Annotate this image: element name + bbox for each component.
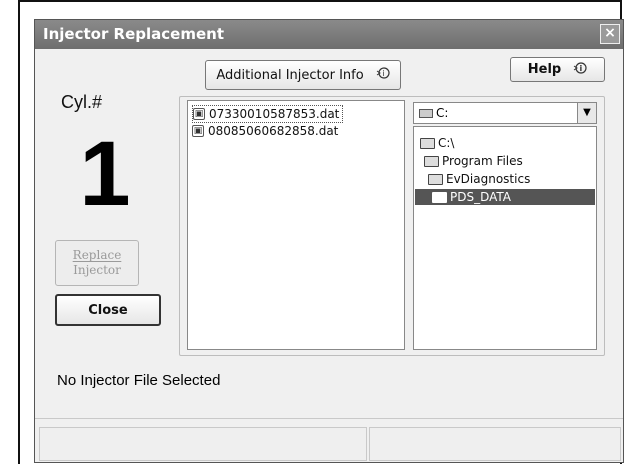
replace-injector-label-line2: Injector	[73, 263, 121, 277]
help-button[interactable]: Help i	[510, 57, 605, 82]
status-bar	[35, 418, 623, 462]
close-button[interactable]: Close	[55, 294, 161, 326]
window-close-button[interactable]: ×	[600, 24, 620, 44]
close-button-label: Close	[88, 302, 128, 318]
cylinder-label: Cyl.#	[61, 92, 103, 112]
data-file-icon: ▣	[192, 125, 204, 137]
folder-open-icon	[432, 191, 447, 203]
tree-item-label: PDS_DATA	[450, 190, 512, 204]
folder-open-icon	[420, 137, 435, 149]
file-name: 07330010587853.dat	[209, 107, 340, 121]
directory-tree[interactable]: C:\ Program Files EvDiagnostics PDS_DATA	[413, 126, 597, 350]
additional-injector-info-label: Additional Injector Info	[216, 67, 364, 83]
file-list-item[interactable]: ▣ 07330010587853.dat	[192, 105, 344, 123]
chevron-down-icon[interactable]: ▼	[577, 103, 596, 123]
window-title: Injector Replacement	[43, 25, 225, 43]
drive-value: C:	[436, 106, 449, 120]
file-list-item[interactable]: ▣ 08085060682858.dat	[192, 123, 338, 139]
svg-text:i: i	[580, 64, 583, 73]
drive-icon	[419, 108, 433, 118]
replace-injector-label-line1: Replace	[72, 248, 122, 262]
info-pointer-icon: i	[376, 66, 390, 84]
tree-item-label: C:\	[438, 136, 455, 150]
title-bar: Injector Replacement ×	[35, 20, 623, 49]
help-pointer-icon: i	[573, 61, 587, 79]
status-message: No Injector File Selected	[57, 372, 221, 389]
tree-item-evdiagnostics[interactable]: EvDiagnostics	[428, 171, 530, 187]
drive-select[interactable]: C: ▼	[413, 102, 597, 124]
help-label: Help	[527, 62, 562, 77]
injector-file-list[interactable]: ▣ 07330010587853.dat ▣ 08085060682858.da…	[187, 100, 405, 350]
tree-item-pds-data[interactable]: PDS_DATA	[415, 189, 595, 205]
status-pane-left	[39, 427, 367, 461]
status-pane-right	[369, 427, 621, 461]
folder-open-icon	[424, 155, 439, 167]
folder-open-icon	[428, 173, 443, 185]
file-name: 08085060682858.dat	[208, 124, 339, 138]
tree-item-label: Program Files	[442, 154, 523, 168]
close-icon: ×	[604, 25, 616, 41]
svg-text:i: i	[382, 69, 384, 78]
replace-injector-button[interactable]: Replace Injector	[55, 240, 139, 286]
data-file-icon: ▣	[193, 108, 205, 120]
cylinder-number: 1	[79, 123, 131, 225]
tree-item-label: EvDiagnostics	[446, 172, 531, 186]
additional-injector-info-button[interactable]: Additional Injector Info i	[205, 60, 401, 90]
tree-item-program-files[interactable]: Program Files	[424, 153, 523, 169]
injector-replacement-dialog: Injector Replacement × Cyl.# 1 Additiona…	[34, 19, 624, 463]
tree-item-root[interactable]: C:\	[420, 135, 454, 151]
